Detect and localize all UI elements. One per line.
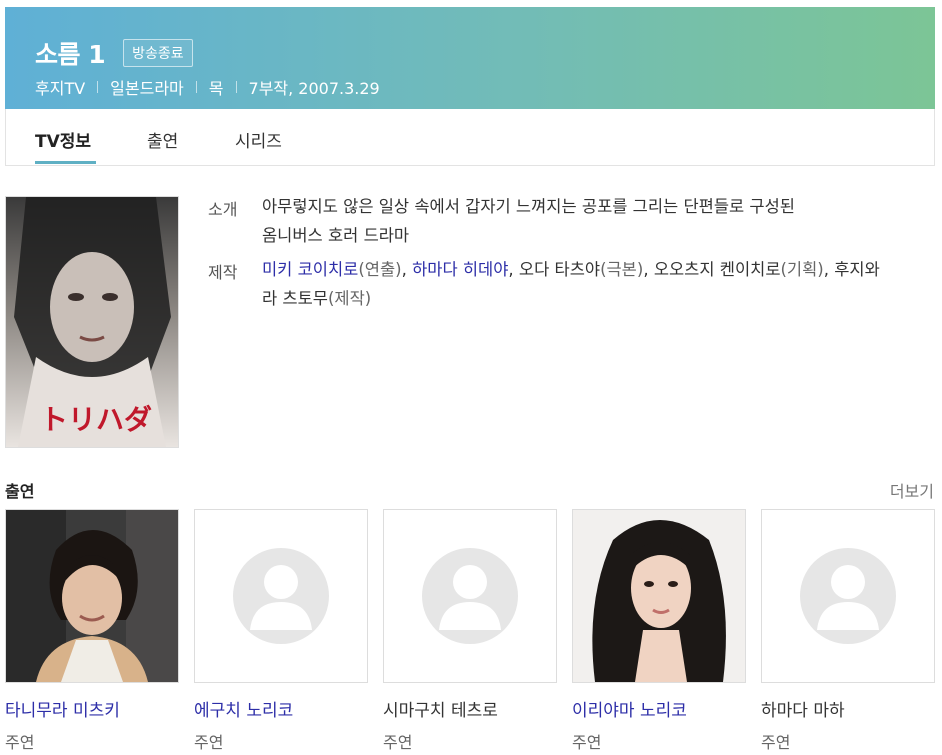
cast-photo[interactable]: [5, 509, 179, 683]
cast-name: 하마다 마하: [761, 701, 845, 721]
tab-cast[interactable]: 출연: [147, 127, 178, 152]
meta-episodes-date: 7부작, 2007.3.29: [248, 79, 380, 98]
production-credits: 미키 코이치로(연출), 하마다 히데야, 오다 타츠야(극본), 오오츠지 켄…: [262, 260, 880, 308]
header-banner: 소름 1 방송종료 후지TV 일본드라마 목 7부작, 2007.3.29: [5, 7, 935, 109]
tab-tv-info[interactable]: TV정보: [35, 127, 91, 152]
meta-divider: [195, 81, 197, 93]
more-link[interactable]: 더보기: [890, 478, 934, 502]
person-placeholder-icon: [422, 548, 518, 644]
meta-day: 목: [208, 79, 224, 98]
cast-name: 시마구치 테츠로: [383, 701, 498, 721]
status-badge: 방송종료: [123, 39, 193, 67]
intro-text: 아무렇지도 않은 일상 속에서 갑자기 느껴지는 공포를 그리는 단편들로 구성…: [262, 192, 902, 250]
person-placeholder-icon: [800, 548, 896, 644]
intro-label: 소개: [208, 200, 238, 219]
cast-photo-placeholder[interactable]: [761, 509, 935, 683]
cast-role: 주연: [572, 733, 602, 752]
intro-line: 아무렇지도 않은 일상 속에서 갑자기 느껴지는 공포를 그리는 단편들로 구성…: [262, 197, 795, 216]
poster-art: トリハダ: [6, 197, 178, 447]
tab-series[interactable]: 시리즈: [235, 127, 282, 152]
cast-role: 주연: [5, 733, 35, 752]
title-row: 소름 1 방송종료: [35, 35, 193, 71]
cast-name-link[interactable]: 이리야마 노리코: [572, 696, 746, 721]
cast-photo-placeholder[interactable]: [383, 509, 557, 683]
intro-line: 옴니버스 호러 드라마: [262, 226, 410, 245]
cast-card[interactable]: 시마구치 테츠로 주연: [383, 509, 557, 753]
poster-title-text: トリハダ: [40, 403, 152, 436]
meta-divider: [235, 81, 237, 93]
meta-channel: 후지TV: [35, 79, 86, 98]
credit-role: (제작): [327, 289, 372, 308]
cast-photo-art: [573, 510, 745, 682]
cast-heading: 출연: [5, 482, 35, 501]
credit-role: (연출): [358, 260, 402, 279]
cast-role: 주연: [383, 733, 413, 752]
meta-genre: 일본드라마: [110, 79, 184, 98]
cast-card[interactable]: 타니무라 미츠키 주연: [5, 509, 179, 753]
credit-name-link[interactable]: 하마다 히데야: [412, 260, 508, 279]
cast-photo-placeholder[interactable]: [194, 509, 368, 683]
cast-photo[interactable]: [572, 509, 746, 683]
cast-card[interactable]: 에구치 노리코 주연: [194, 509, 368, 753]
cast-card[interactable]: 이리야마 노리코 주연: [572, 509, 746, 753]
cast-card[interactable]: 하마다 마하 주연: [761, 509, 935, 753]
credit-role: (극본): [600, 260, 644, 279]
poster-image[interactable]: トリハダ: [5, 196, 179, 448]
credit-role: (기획): [780, 260, 824, 279]
cast-photo-art: [6, 510, 178, 682]
active-tab-indicator: [35, 161, 96, 164]
person-placeholder-icon: [233, 548, 329, 644]
meta-divider: [97, 81, 99, 93]
tab-bar: TV정보 출연 시리즈: [5, 109, 935, 166]
credit-name-link[interactable]: 미키 코이치로: [262, 260, 358, 279]
credit-name: 오오츠지 켄이치로: [653, 260, 781, 279]
cast-role: 주연: [761, 733, 791, 752]
page-title: 소름 1: [35, 40, 106, 69]
cast-name-link[interactable]: 에구치 노리코: [194, 696, 368, 721]
credit-name: 오다 타츠야: [518, 260, 601, 279]
cast-role: 주연: [194, 733, 224, 752]
production-label: 제작: [208, 263, 238, 282]
broadcast-meta: 후지TV 일본드라마 목 7부작, 2007.3.29: [35, 75, 380, 99]
cast-name-link[interactable]: 타니무라 미츠키: [5, 696, 179, 721]
